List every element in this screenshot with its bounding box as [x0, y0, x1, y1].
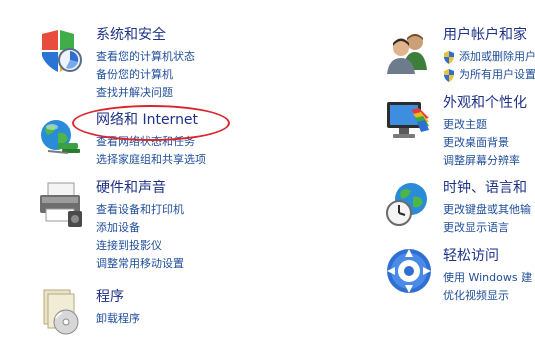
category-title-hardware-sound[interactable]: 硬件和声音	[96, 179, 166, 197]
category-title-network-internet[interactable]: 网络和 Internet	[96, 111, 198, 129]
category-title-clock-language[interactable]: 时钟、语言和	[443, 179, 527, 197]
uac-shield-icon	[444, 51, 454, 64]
link-devices-printers[interactable]: 查看设备和打印机	[96, 201, 184, 219]
link-homegroup-sharing[interactable]: 选择家庭组和共享选项	[96, 151, 206, 169]
clock-globe-icon[interactable]	[385, 181, 433, 229]
category-title-user-accounts[interactable]: 用户帐户和家	[443, 26, 527, 44]
category-title-appearance[interactable]: 外观和个性化	[443, 94, 527, 112]
link-adjust-resolution[interactable]: 调整屏幕分辨率	[443, 152, 520, 170]
link-label-add-remove-users: 添加或删除用户	[459, 50, 535, 63]
printer-icon[interactable]	[38, 181, 86, 229]
link-use-windows-recommendations[interactable]: 使用 Windows 建	[443, 269, 532, 287]
category-title-system-security[interactable]: 系统和安全	[96, 26, 166, 44]
link-view-network-status[interactable]: 查看网络状态和任务	[96, 133, 206, 151]
link-change-desktop-background[interactable]: 更改桌面背景	[443, 134, 520, 152]
link-find-fix-problems[interactable]: 查找并解决问题	[96, 84, 195, 102]
programs-icon[interactable]	[38, 288, 86, 336]
link-change-theme[interactable]: 更改主题	[443, 116, 520, 134]
ease-of-access-icon[interactable]	[385, 247, 433, 295]
link-optimize-visual-display[interactable]: 优化视频显示	[443, 287, 532, 305]
uac-shield-icon	[444, 69, 454, 82]
monitor-paint-icon[interactable]	[385, 98, 433, 146]
link-mobility-settings[interactable]: 调整常用移动设置	[96, 255, 184, 273]
link-change-keyboard[interactable]: 更改键盘或其他输	[443, 201, 531, 219]
link-add-remove-users[interactable]: 添加或删除用户	[443, 48, 535, 66]
globe-network-icon[interactable]	[38, 115, 86, 163]
category-title-ease-of-access[interactable]: 轻松访问	[443, 247, 499, 265]
link-uninstall-program[interactable]: 卸载程序	[96, 310, 140, 328]
link-connect-projector[interactable]: 连接到投影仪	[96, 237, 184, 255]
link-setup-all-users[interactable]: 为所有用户设置	[443, 66, 535, 84]
category-title-programs[interactable]: 程序	[96, 288, 124, 306]
link-label-setup-all-users: 为所有用户设置	[459, 68, 535, 81]
shield-icon[interactable]	[38, 28, 86, 76]
link-backup-computer[interactable]: 备份您的计算机	[96, 66, 195, 84]
link-add-device[interactable]: 添加设备	[96, 219, 184, 237]
users-icon[interactable]	[385, 30, 433, 78]
link-change-display-language[interactable]: 更改显示语言	[443, 219, 531, 237]
link-view-computer-status[interactable]: 查看您的计算机状态	[96, 48, 195, 66]
